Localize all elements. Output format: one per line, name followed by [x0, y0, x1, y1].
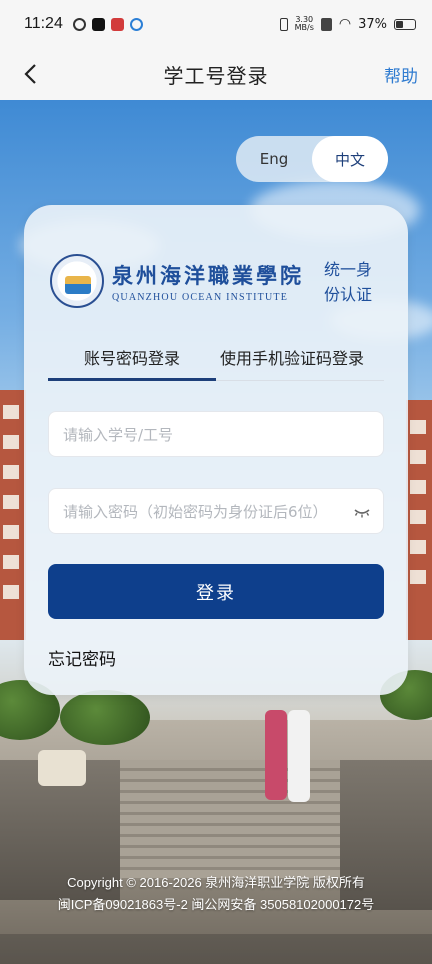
login-button[interactable]: 登录 [48, 564, 384, 619]
eye-closed-icon[interactable] [353, 503, 371, 521]
battery-icon [394, 18, 416, 30]
icp-line: 闽ICP备09021863号-2 闽公网安备 35058102000172号 [57, 897, 375, 912]
tab-sms-login[interactable]: 使用手机验证码登录 [220, 341, 364, 381]
battery-percent: 37% [358, 16, 387, 32]
password-placeholder: 请输入密码（初始密码为身份证后6位） [63, 502, 328, 521]
status-app-icon-2 [110, 17, 124, 31]
school-seal-icon [50, 254, 104, 308]
back-button[interactable] [14, 58, 46, 90]
app-header: 学工号登录 帮助 [0, 48, 432, 100]
login-tabs: 账号密码登录 使用手机验证码登录 [48, 341, 384, 381]
login-card: 泉州海洋職業學院 QUANZHOU OCEAN INSTITUTE 统一身 份认… [24, 205, 408, 695]
status-app-icon-3 [129, 17, 143, 31]
unified-auth-label: 统一身 份认证 [324, 260, 373, 304]
copyright-line: Copyright © 2016-2026 泉州海洋职业学院 版权所有 [67, 875, 365, 890]
status-app-icon-1 [72, 17, 86, 31]
language-option-chinese[interactable]: 中文 [312, 136, 388, 182]
sim-icon [320, 17, 332, 31]
username-placeholder: 请输入学号/工号 [63, 425, 174, 444]
page-title: 学工号登录 [163, 63, 269, 88]
password-input[interactable]: 请输入密码（初始密码为身份证后6位） [48, 488, 384, 534]
forgot-password-link[interactable]: 忘记密码 [48, 645, 116, 670]
status-bar: 11:24 3.30 MB/s ◠ 37% [0, 0, 432, 48]
vibrate-icon [279, 17, 288, 31]
help-link[interactable]: 帮助 [384, 62, 418, 87]
username-input[interactable]: 请输入学号/工号 [48, 411, 384, 457]
network-speed: 3.30 MB/s [294, 15, 314, 32]
school-name-en: QUANZHOU OCEAN INSTITUTE [112, 291, 289, 303]
bottom-shade [0, 934, 432, 964]
school-name-cn: 泉州海洋職業學院 [112, 262, 304, 288]
copyright-footer: Copyright © 2016-2026 泉州海洋职业学院 版权所有 闽ICP… [0, 872, 432, 916]
language-option-english[interactable]: Eng [236, 136, 312, 182]
wifi-icon: ◠ [338, 16, 352, 32]
status-time: 11:24 [24, 15, 63, 32]
tab-password-login[interactable]: 账号密码登录 [48, 341, 216, 381]
chevron-left-icon [24, 64, 36, 84]
language-toggle: Eng 中文 [236, 136, 388, 182]
tiktok-icon [91, 17, 105, 31]
